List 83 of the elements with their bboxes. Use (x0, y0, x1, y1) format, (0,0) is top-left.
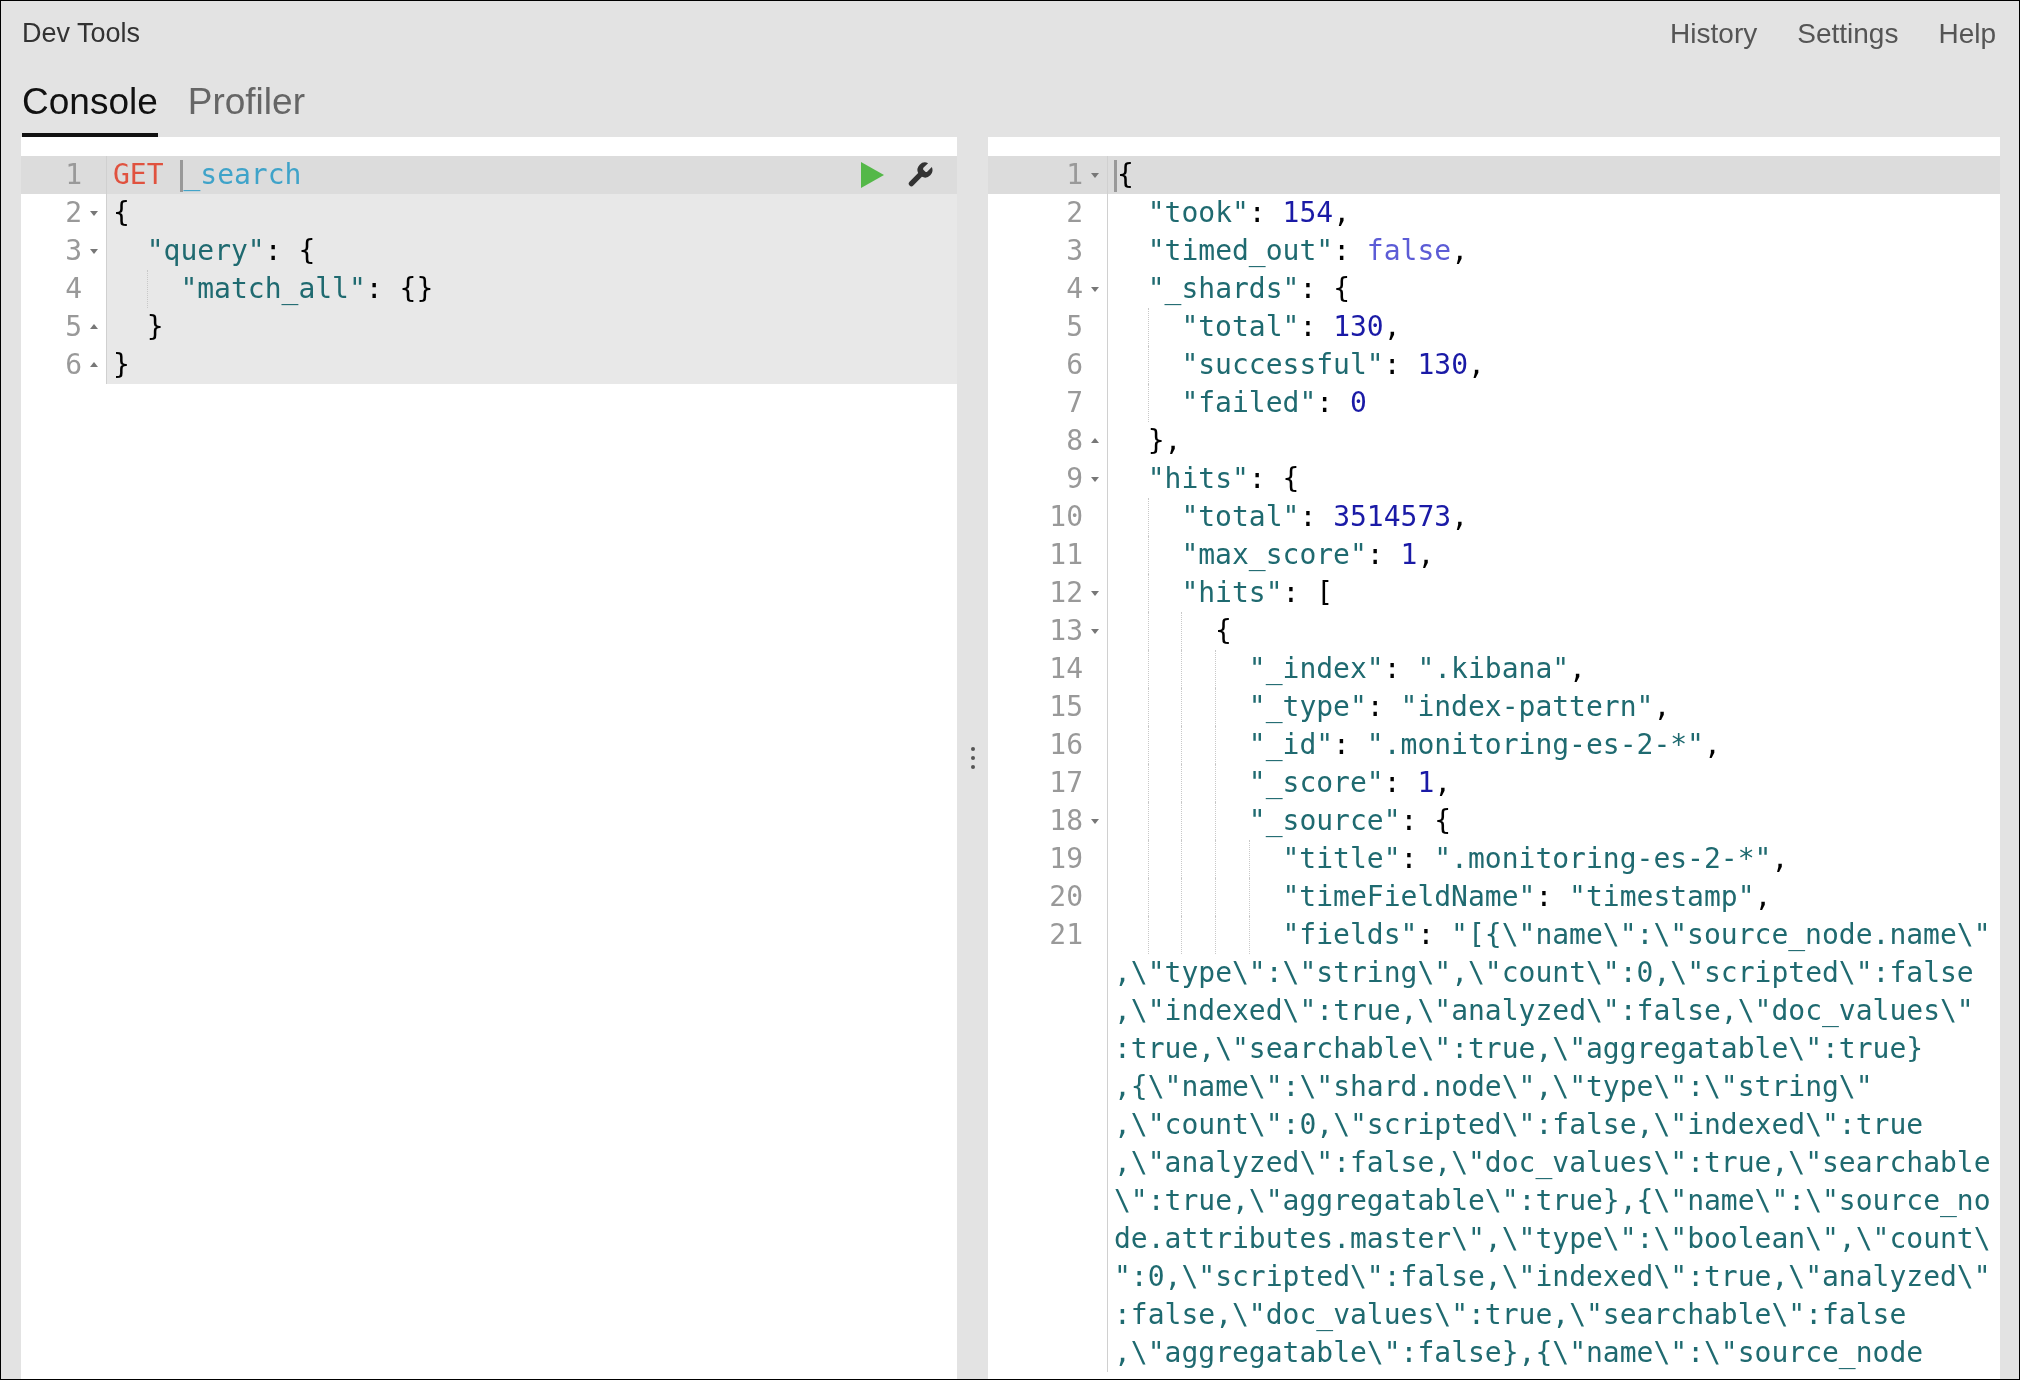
code-line: "took": 154, (1146, 195, 1350, 231)
line-number: 6 (65, 347, 82, 383)
line-number: 16 (1049, 727, 1083, 763)
code-line: de.attributes.master\",\"type\":\"boolean\",\"count\ (1114, 1221, 1991, 1257)
line-number: 3 (1066, 233, 1083, 269)
fold-caret-down-icon[interactable] (1090, 627, 1100, 635)
fold-caret-down-icon[interactable] (1090, 285, 1100, 293)
code-line: ,{\"name\":\"shard.node\",\"type\":\"string\" (1114, 1069, 1873, 1105)
code-line: GET _search (113, 157, 302, 194)
line-number: 5 (65, 309, 82, 345)
code-line: "_shards": { (1146, 271, 1350, 307)
line-number: 4 (65, 271, 82, 307)
line-number: 13 (1049, 613, 1083, 649)
line-number: 10 (1049, 499, 1083, 535)
code-line: "total": 130, (1114, 308, 1401, 346)
fold-caret-down-icon[interactable] (89, 209, 99, 217)
app-title: Dev Tools (22, 17, 141, 50)
line-number: 15 (1049, 689, 1083, 725)
text-cursor (1114, 160, 1117, 192)
code-line: ,\"indexed\":true,\"analyzed\":false,\"doc_values\" (1114, 993, 1974, 1029)
drag-handle-icon[interactable] (969, 746, 976, 770)
code-line: "_type": "index-pattern", (1114, 688, 1671, 726)
code-line: { (1114, 612, 1232, 650)
code-line: ,\"analyzed\":false,\"doc_values\":true,\"searchable (1114, 1145, 1991, 1181)
line-number: 18 (1049, 803, 1083, 839)
code-line: "query": { (145, 233, 316, 269)
line-number: 12 (1049, 575, 1083, 611)
code-line: "successful": 130, (1114, 346, 1485, 384)
code-line: "hits": { (1146, 461, 1300, 497)
code-line: ,\"type\":\"string\",\"count\":0,\"scripted\":false (1114, 955, 1974, 991)
code-line: { (113, 195, 130, 231)
fold-caret-up-icon[interactable] (1090, 437, 1100, 445)
code-line: "_score": 1, (1114, 764, 1452, 802)
header-link[interactable]: Help (1938, 13, 1996, 55)
code-line: { (1114, 156, 1134, 194)
code-line: "timed_out": false, (1146, 233, 1468, 269)
fold-caret-down-icon[interactable] (1090, 475, 1100, 483)
header-link[interactable]: Settings (1797, 13, 1899, 55)
code-line: "hits": [ (1114, 574, 1334, 612)
code-line: "_source": { (1114, 802, 1452, 840)
code-line: "failed": 0 (1114, 384, 1367, 422)
fold-caret-down-icon[interactable] (1090, 589, 1100, 597)
line-number: 8 (1066, 423, 1083, 459)
line-number: 21 (1049, 917, 1083, 953)
line-number: 4 (1066, 271, 1083, 307)
code-line: } (145, 309, 164, 345)
fold-caret-up-icon[interactable] (89, 323, 99, 331)
code-line: \":true,\"aggregatable\":true},{\"name\":\"source_no (1114, 1183, 1991, 1219)
text-cursor (180, 160, 184, 192)
code-line: "fields": "[{\"name\":\"source_node.name\" (1114, 916, 1991, 954)
code-line: "_id": ".monitoring-es-2-*", (1114, 726, 1721, 764)
line-number: 7 (1066, 385, 1083, 421)
code-line: ,\"aggregatable\":false},{\"name\":\"source_node (1114, 1335, 1924, 1371)
code-line: "_index": ".kibana", (1114, 650, 1586, 688)
line-number: 1 (1066, 157, 1083, 193)
header-link[interactable]: History (1670, 13, 1758, 55)
code-line: ":0,\"scripted\":false,\"indexed\":true,\"analyzed\" (1114, 1259, 1991, 1295)
code-line: } (113, 347, 130, 383)
line-number: 19 (1049, 841, 1083, 877)
code-line: :false,\"doc_values\":true,\"searchable\":false (1114, 1297, 1907, 1333)
tab[interactable]: Profiler (187, 73, 305, 137)
line-number: 17 (1049, 765, 1083, 801)
line-number: 2 (1066, 195, 1083, 231)
code-line: :true,\"searchable\":true,\"aggregatable\":true} (1114, 1031, 1924, 1067)
line-number: 3 (65, 233, 82, 269)
line-number: 6 (1066, 347, 1083, 383)
line-number: 14 (1049, 651, 1083, 687)
line-number: 9 (1066, 461, 1083, 497)
fold-caret-down-icon[interactable] (1090, 817, 1100, 825)
line-number: 11 (1049, 537, 1083, 573)
code-line: ,\"count\":0,\"scripted\":false,\"indexed\":true (1114, 1107, 1924, 1143)
fold-caret-down-icon[interactable] (1090, 171, 1100, 179)
code-line: "max_score": 1, (1114, 536, 1435, 574)
code-line: }, (1146, 423, 1182, 459)
line-number: 20 (1049, 879, 1083, 915)
code-line: "timeFieldName": "timestamp", (1114, 878, 1772, 916)
line-number: 2 (65, 195, 82, 231)
code-line: "title": ".monitoring-es-2-*", (1114, 840, 1789, 878)
fold-caret-up-icon[interactable] (89, 361, 99, 369)
fold-caret-down-icon[interactable] (89, 247, 99, 255)
line-number: 1 (65, 157, 82, 193)
code-line: "total": 3514573, (1114, 498, 1468, 536)
line-number: 5 (1066, 309, 1083, 345)
